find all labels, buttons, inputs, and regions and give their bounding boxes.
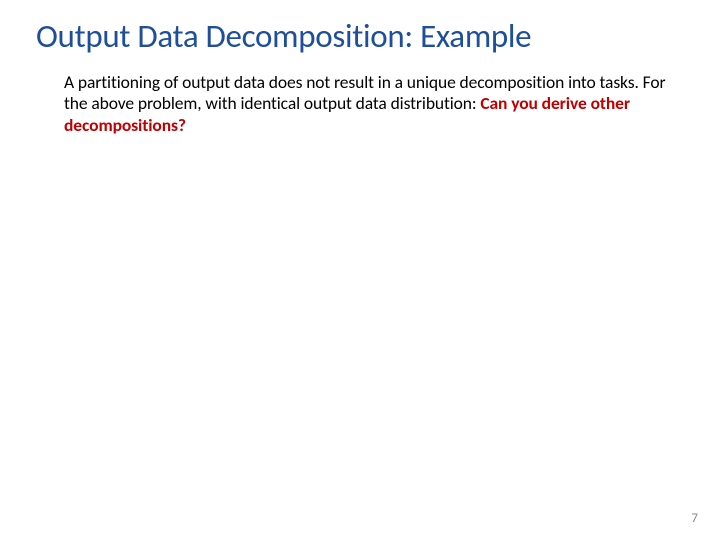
slide-body: A partitioning of output data does not r… [36, 72, 684, 136]
slide-container: Output Data Decomposition: Example A par… [0, 0, 720, 540]
slide-title: Output Data Decomposition: Example [36, 18, 684, 56]
body-paragraph: A partitioning of output data does not r… [64, 72, 674, 136]
page-number: 7 [691, 511, 698, 526]
body-line-1: A partitioning of output data does not r… [64, 71, 564, 93]
